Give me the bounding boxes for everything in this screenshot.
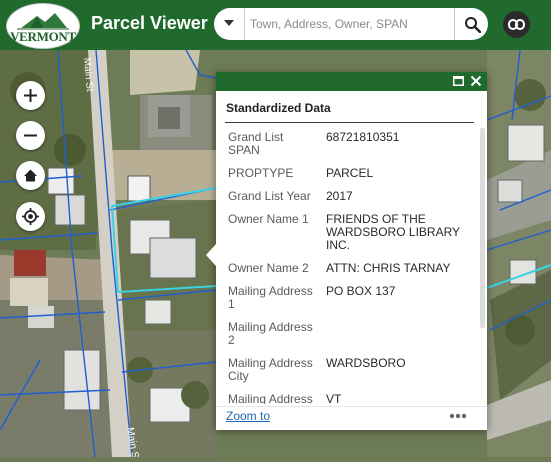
attribute-label: Owner Name 2 xyxy=(228,261,309,275)
attribute-row: Grand List Year 2017 xyxy=(216,190,478,213)
attribute-value: 68721810351 xyxy=(326,130,400,144)
close-icon[interactable] xyxy=(470,75,482,87)
zoom-out-button[interactable] xyxy=(16,121,45,150)
popup-pointer xyxy=(206,244,216,266)
zoom-in-button[interactable] xyxy=(16,81,45,110)
zoom-to-link[interactable]: Zoom to xyxy=(226,409,270,423)
attribute-label: PROPTYPE xyxy=(228,166,294,180)
caret-down-icon xyxy=(224,20,234,26)
attribute-value xyxy=(314,321,478,357)
attribute-value: FRIENDS OF THE WARDSBORO LIBRARY INC. xyxy=(326,212,460,252)
attribute-value: VT xyxy=(326,392,342,405)
attribute-value: 2017 xyxy=(326,189,353,203)
attribute-label: Grand List SPAN xyxy=(228,130,284,157)
zoom-in-icon xyxy=(24,89,37,102)
app-header: VERMONT Parcel Viewer xyxy=(0,0,551,50)
home-icon xyxy=(24,169,37,182)
attribute-value: ATTN: CHRIS TARNAY xyxy=(326,261,451,275)
attribute-row: Mailing Address 1 PO BOX 137 xyxy=(216,285,478,321)
search-button[interactable] xyxy=(454,8,489,40)
attribute-label: Owner Name 1 xyxy=(228,212,309,226)
attribute-value: PO BOX 137 xyxy=(326,284,396,298)
locate-icon xyxy=(22,208,39,225)
popup-title-bar xyxy=(216,72,487,91)
link-icon xyxy=(508,19,525,30)
search-icon xyxy=(465,17,481,33)
app-title: Parcel Viewer xyxy=(91,13,208,33)
popup-divider xyxy=(225,122,474,123)
more-options-icon[interactable] xyxy=(449,413,467,419)
popup-content[interactable]: Grand List SPAN 68721810351 PROPTYPE PARCEL… xyxy=(216,124,478,405)
attribute-row: Owner Name 2 ATTN: CHRIS TARNAY xyxy=(216,262,478,285)
attribute-row: Grand List SPAN 68721810351 xyxy=(216,124,478,167)
zoom-out-icon xyxy=(24,134,37,137)
popup-footer: Zoom to xyxy=(216,406,487,430)
attribute-table: Grand List SPAN 68721810351 PROPTYPE PARCEL… xyxy=(216,124,478,405)
vermont-logo[interactable]: VERMONT xyxy=(6,3,80,49)
attribute-label: Mailing Address State xyxy=(228,392,313,405)
logo-text: VERMONT xyxy=(10,29,76,44)
parcel-popup: Standardized Data Grand List SPAN 6872181… xyxy=(206,72,487,430)
share-link-button[interactable] xyxy=(503,11,530,38)
popup-title: Standardized Data xyxy=(226,101,331,115)
home-button[interactable] xyxy=(16,161,45,190)
attribute-row: Owner Name 1 FRIENDS OF THE WARDSBORO LIB… xyxy=(216,213,478,262)
search-box xyxy=(214,8,488,40)
attribute-value: PARCEL xyxy=(326,166,374,180)
attribute-label: Mailing Address City xyxy=(228,356,313,383)
attribute-value: WARDSBORO xyxy=(326,356,406,370)
attribute-label: Mailing Address 1 xyxy=(228,284,313,311)
attribute-label: Grand List Year xyxy=(228,189,311,203)
search-input[interactable] xyxy=(250,11,446,37)
locate-button[interactable] xyxy=(16,202,45,231)
attribute-row: Mailing Address State VT xyxy=(216,392,478,405)
attribute-label: Mailing Address 2 xyxy=(228,320,313,347)
maximize-icon[interactable] xyxy=(453,76,464,86)
attribute-row: Mailing Address City WARDSBORO xyxy=(216,357,478,393)
search-source-dropdown[interactable] xyxy=(214,8,245,40)
attribute-row: PROPTYPE PARCEL xyxy=(216,167,478,190)
attribute-row: Mailing Address 2 xyxy=(216,321,478,357)
popup-scrollbar[interactable] xyxy=(480,128,485,328)
